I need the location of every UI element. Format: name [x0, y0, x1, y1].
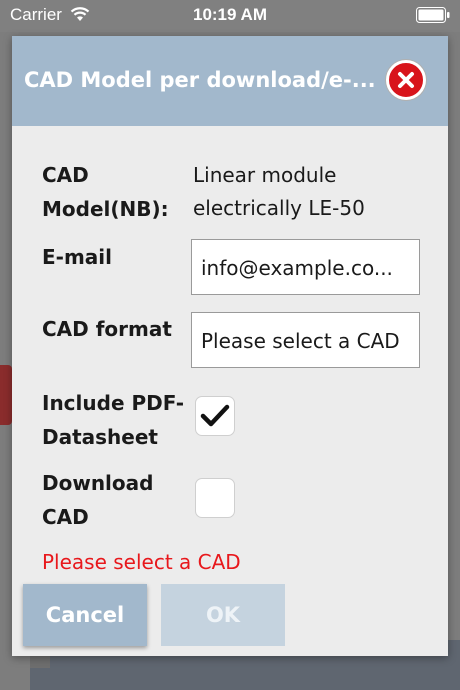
cad-model-value: Linear module electrically LE-50 — [193, 163, 365, 220]
status-bar: Carrier 10:19 AM — [0, 0, 460, 32]
download-cad-label: Download CAD — [42, 471, 154, 529]
include-pdf-label: Include PDF- Datasheet — [42, 391, 185, 449]
dialog-title: CAD Model per download/e-... — [24, 68, 374, 92]
dialog-header: CAD Model per download/e-... — [12, 36, 448, 126]
status-time: 10:19 AM — [192, 5, 267, 24]
validation-message: Please select a CAD — [42, 550, 241, 574]
cad-format-label: CAD format — [42, 317, 172, 341]
ok-button[interactable]: OK — [161, 584, 285, 646]
close-icon — [398, 72, 414, 88]
close-button[interactable] — [386, 60, 426, 100]
cancel-button[interactable]: Cancel — [23, 584, 147, 646]
email-label: E-mail — [42, 245, 113, 269]
download-cad-checkbox[interactable] — [195, 478, 235, 518]
include-pdf-checkbox[interactable] — [195, 396, 235, 436]
battery-icon — [416, 7, 450, 23]
background-tab — [0, 365, 12, 425]
checkmark-icon — [200, 404, 230, 427]
email-field[interactable]: info@example.co... — [191, 239, 420, 295]
cad-download-dialog: CAD Model per download/e-... CAD Model(N… — [12, 36, 448, 656]
cad-format-select[interactable]: Please select a CAD — [191, 312, 420, 368]
cad-model-label: CAD Model(NB): — [42, 163, 169, 221]
